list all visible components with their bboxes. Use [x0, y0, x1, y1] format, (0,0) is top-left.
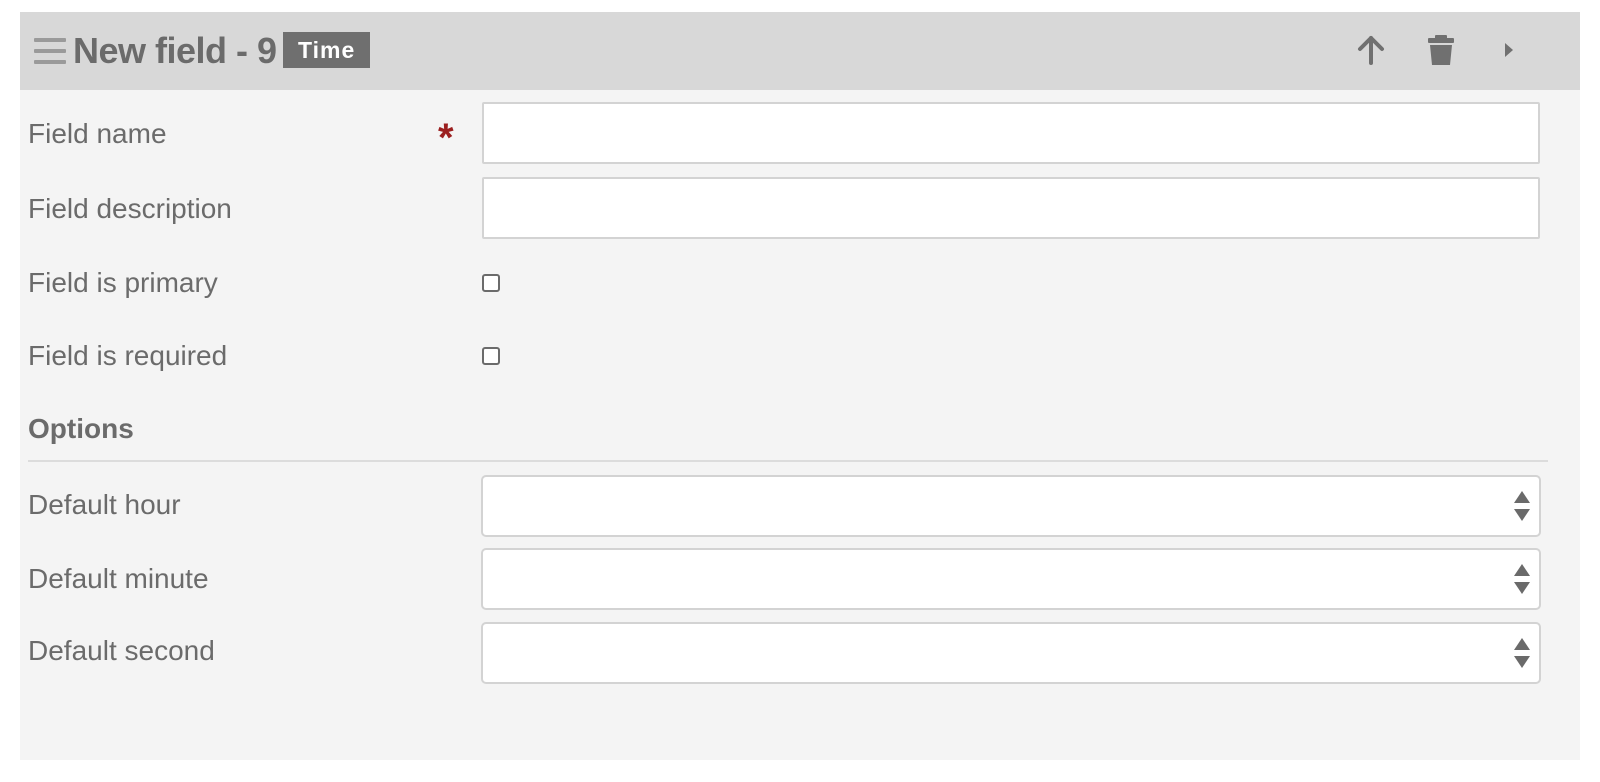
- field-header[interactable]: New field - 9 Time: [20, 12, 1580, 90]
- field-is-required-checkbox[interactable]: [482, 347, 500, 365]
- drag-handle-icon[interactable]: [34, 37, 66, 67]
- spinner-down-icon[interactable]: [1514, 509, 1530, 521]
- field-name-label: Field name: [28, 118, 167, 149]
- spinner-up-icon[interactable]: [1514, 638, 1530, 650]
- field-description-input[interactable]: [482, 177, 1540, 239]
- required-asterisk: *: [438, 116, 454, 160]
- spinner-down-icon[interactable]: [1514, 582, 1530, 594]
- field-editor-panel: New field - 9 Time Field name * Field de…: [20, 12, 1580, 760]
- default-minute-input[interactable]: [481, 548, 1541, 610]
- default-second-label: Default second: [28, 635, 215, 666]
- default-second-input[interactable]: [481, 622, 1541, 684]
- default-hour-input[interactable]: [481, 475, 1541, 537]
- spinner-down-icon[interactable]: [1514, 656, 1530, 668]
- spinner-up-icon[interactable]: [1514, 564, 1530, 576]
- field-name-input[interactable]: [482, 102, 1540, 164]
- number-spinner-icon[interactable]: [1513, 636, 1531, 670]
- trash-icon[interactable]: [1421, 30, 1461, 70]
- default-minute-label: Default minute: [28, 563, 209, 594]
- default-hour-label: Default hour: [28, 489, 181, 520]
- options-divider: [28, 460, 1548, 462]
- number-spinner-icon[interactable]: [1513, 562, 1531, 596]
- field-is-primary-checkbox[interactable]: [482, 274, 500, 292]
- field-title: New field - 9: [73, 30, 277, 71]
- number-spinner-icon[interactable]: [1513, 489, 1531, 523]
- caret-right-icon[interactable]: [1489, 30, 1529, 70]
- field-is-required-label: Field is required: [28, 340, 228, 371]
- field-is-primary-label: Field is primary: [28, 267, 218, 298]
- arrow-up-icon[interactable]: [1351, 30, 1391, 70]
- field-description-label: Field description: [28, 193, 232, 224]
- field-type-badge: Time: [283, 32, 371, 68]
- spinner-up-icon[interactable]: [1514, 491, 1530, 503]
- options-section-title: Options: [28, 413, 134, 444]
